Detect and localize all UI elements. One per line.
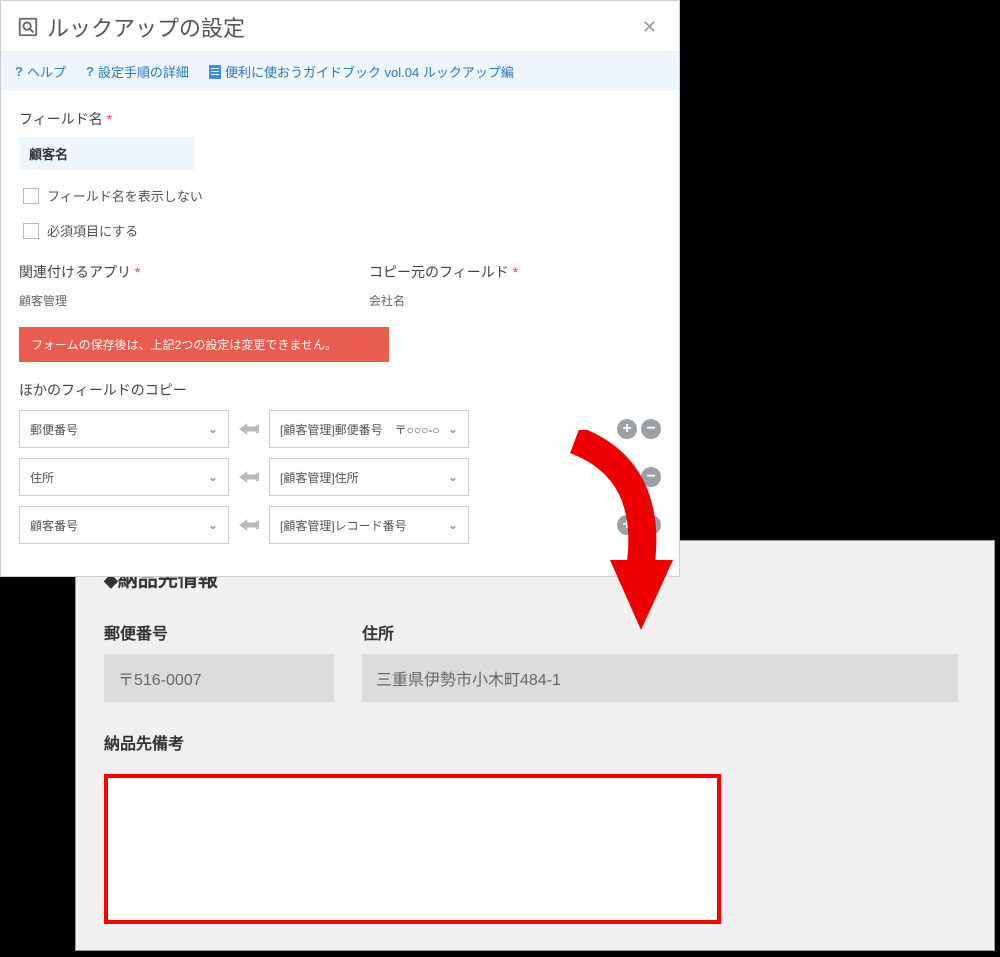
- question-icon: ?: [86, 64, 94, 79]
- source-field-section: コピー元のフィールド * 会社名: [369, 262, 669, 309]
- copy-source-select[interactable]: [顧客管理]レコード番号 ⌄: [269, 506, 469, 544]
- guidebook-link[interactable]: 便利に使おうガイドブック vol.04 ルックアップ編: [209, 62, 514, 81]
- copy-source-select[interactable]: [顧客管理]郵便番号 〒○○○-○ ⌄: [269, 410, 469, 448]
- red-arrow-annotation: [555, 430, 695, 640]
- required-text: 必須項目にする: [47, 221, 138, 240]
- zip-input[interactable]: [104, 654, 334, 702]
- copy-target-select[interactable]: 顧客番号 ⌄: [19, 506, 229, 544]
- related-app-value: 顧客管理: [19, 292, 319, 309]
- help-link[interactable]: ? ヘルプ: [15, 62, 66, 81]
- source-field-value: 会社名: [369, 292, 669, 309]
- copy-target-value: 顧客番号: [30, 517, 78, 534]
- memo-field: 納品先備考: [104, 730, 966, 924]
- field-name-label: フィールド名 *: [19, 109, 661, 129]
- chevron-down-icon: ⌄: [208, 422, 218, 436]
- address-input[interactable]: [362, 654, 958, 702]
- zip-field: 郵便番号: [104, 620, 334, 702]
- chevron-down-icon: ⌄: [448, 518, 458, 532]
- delivery-info-panel: ◆納品先情報 郵便番号 住所 納品先備考: [75, 540, 995, 951]
- chevron-down-icon: ⌄: [448, 422, 458, 436]
- arrow-left-icon: [239, 421, 259, 437]
- hide-label-text: フィールド名を表示しない: [47, 186, 203, 205]
- warning-banner: フォームの保存後は、上記2つの設定は変更できません。: [19, 327, 389, 362]
- memo-textarea-highlight[interactable]: [104, 774, 721, 924]
- source-field-label: コピー元のフィールド *: [369, 262, 669, 282]
- copy-target-value: 郵便番号: [30, 421, 78, 438]
- checkbox-icon[interactable]: [23, 188, 39, 204]
- detail-link[interactable]: ? 設定手順の詳細: [86, 62, 189, 81]
- field-name-input[interactable]: [19, 137, 194, 170]
- dialog-header: ルックアップの設定 ✕: [1, 1, 679, 52]
- close-button[interactable]: ✕: [636, 15, 663, 40]
- arrow-left-icon: [239, 517, 259, 533]
- hide-label-checkbox-row[interactable]: フィールド名を表示しない: [23, 186, 661, 205]
- related-app-label: 関連付けるアプリ *: [19, 262, 319, 282]
- copy-section-label: ほかのフィールドのコピー: [19, 380, 661, 400]
- related-app-section: 関連付けるアプリ * 顧客管理: [19, 262, 319, 309]
- dialog-title: ルックアップの設定: [47, 11, 245, 43]
- copy-source-value: [顧客管理]郵便番号 〒○○○-○: [280, 421, 440, 438]
- copy-target-select[interactable]: 住所 ⌄: [19, 458, 229, 496]
- document-icon: [209, 65, 221, 79]
- delivery-row: 郵便番号 住所: [104, 620, 966, 702]
- checkbox-icon[interactable]: [23, 223, 39, 239]
- chevron-down-icon: ⌄: [448, 470, 458, 484]
- question-icon: ?: [15, 64, 23, 79]
- chevron-down-icon: ⌄: [208, 470, 218, 484]
- help-bar: ? ヘルプ ? 設定手順の詳細 便利に使おうガイドブック vol.04 ルックア…: [1, 52, 679, 91]
- chevron-down-icon: ⌄: [208, 518, 218, 532]
- arrow-left-icon: [239, 469, 259, 485]
- required-checkbox-row[interactable]: 必須項目にする: [23, 221, 661, 240]
- copy-source-value: [顧客管理]住所: [280, 469, 359, 486]
- lookup-icon: [17, 16, 39, 38]
- copy-target-select[interactable]: 郵便番号 ⌄: [19, 410, 229, 448]
- zip-label: 郵便番号: [104, 620, 334, 644]
- memo-label: 納品先備考: [104, 730, 966, 754]
- copy-source-value: [顧客管理]レコード番号: [280, 517, 407, 534]
- copy-target-value: 住所: [30, 469, 54, 486]
- copy-source-select[interactable]: [顧客管理]住所 ⌄: [269, 458, 469, 496]
